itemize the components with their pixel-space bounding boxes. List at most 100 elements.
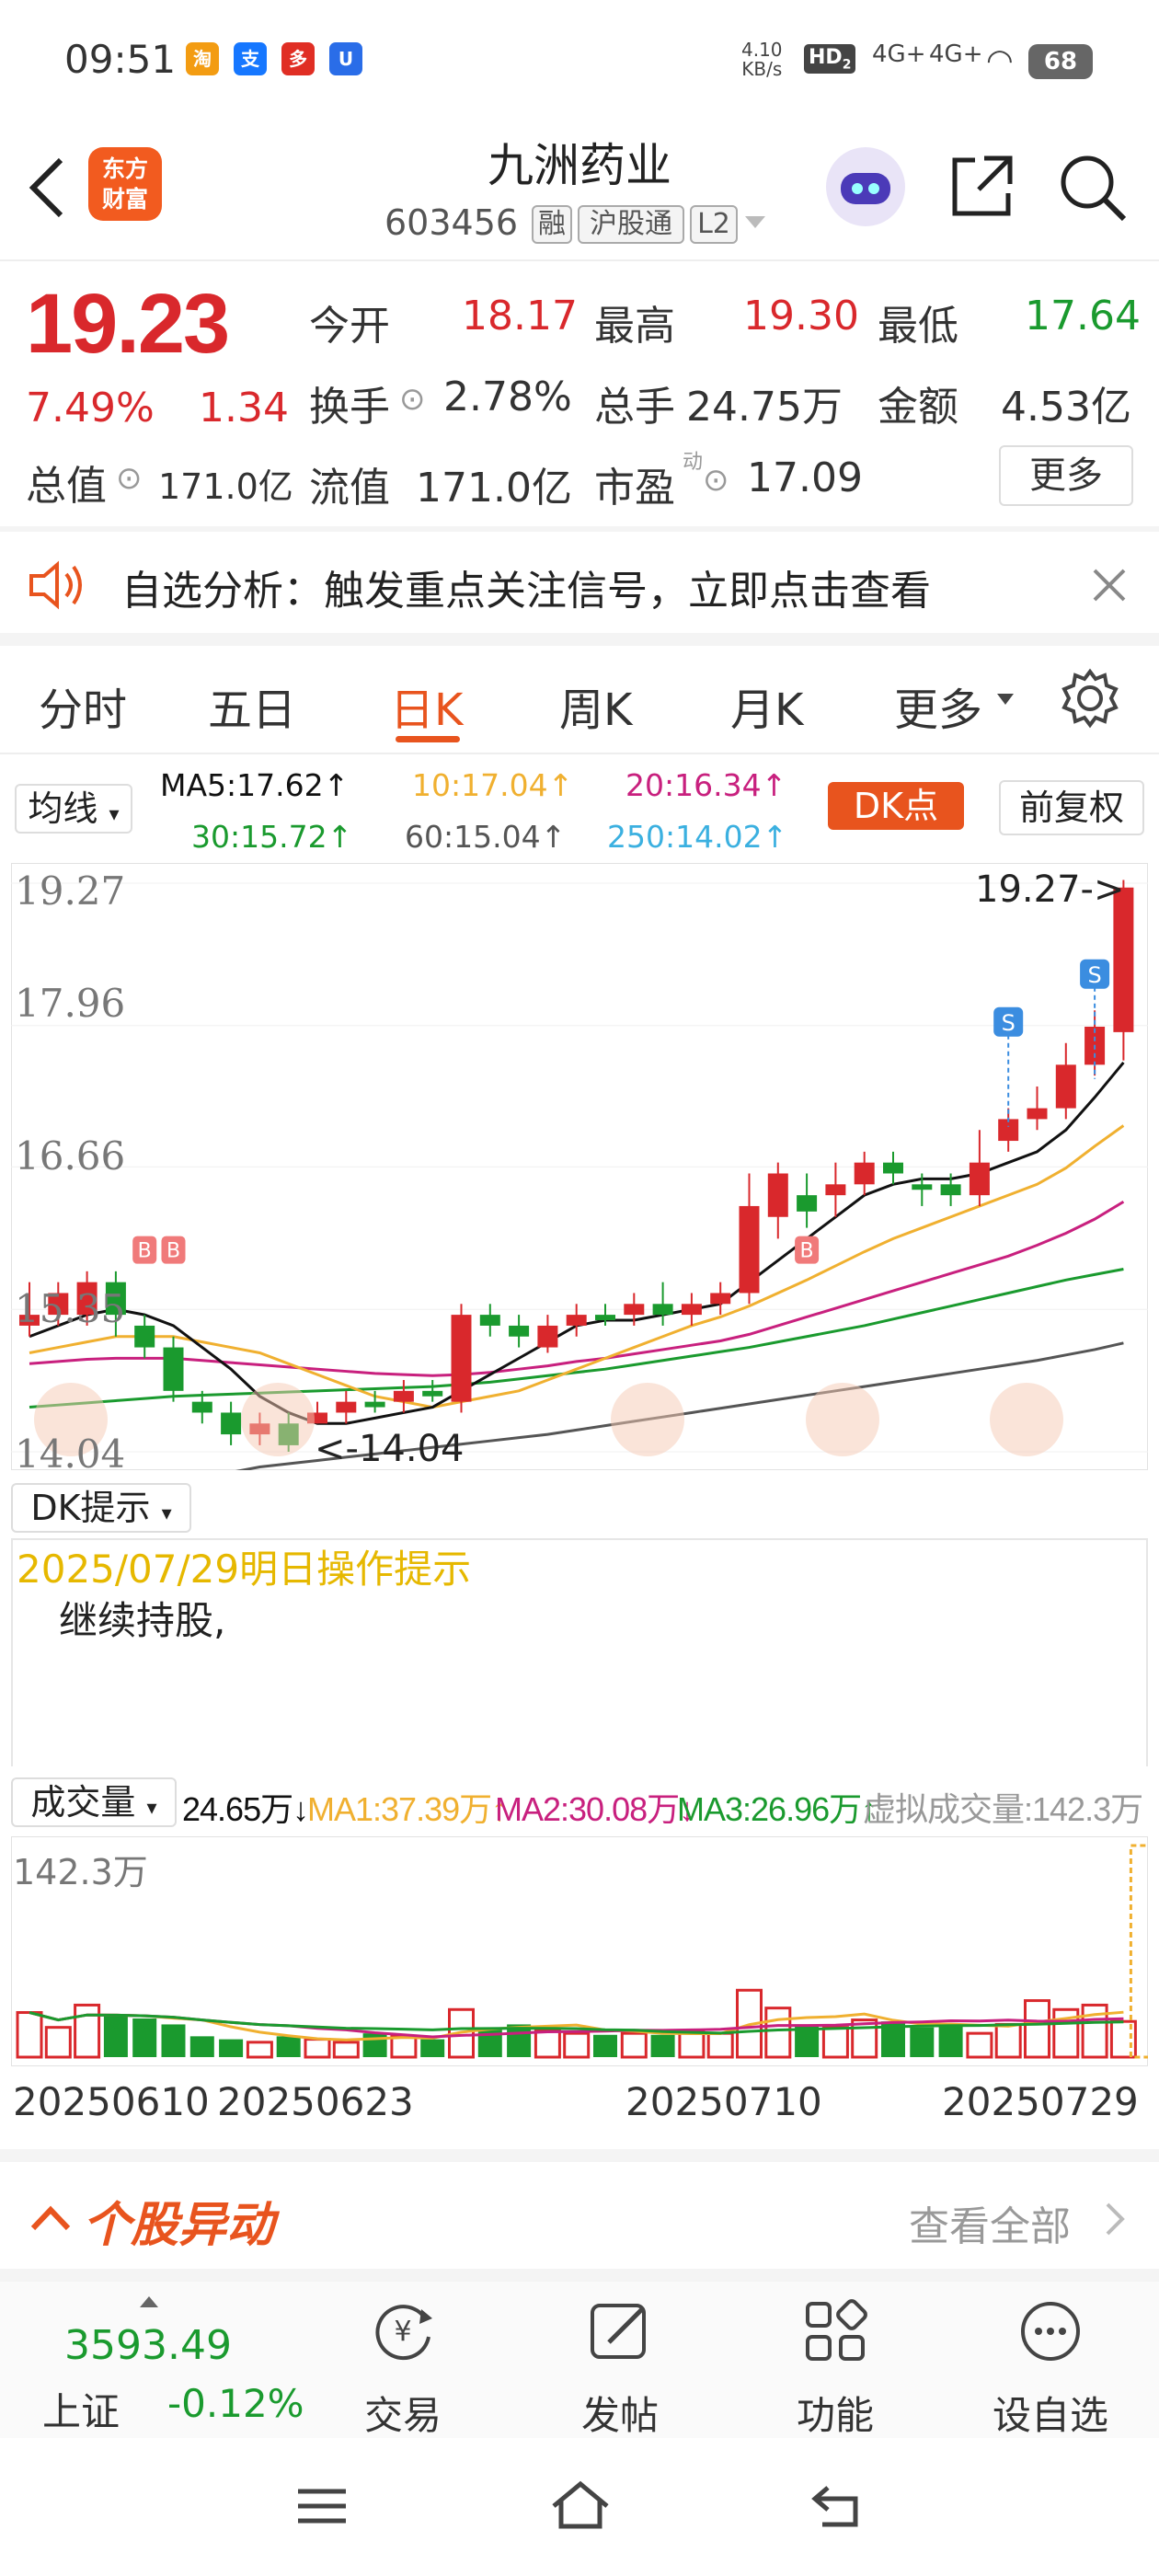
volume-bar <box>910 2027 935 2057</box>
tab-monthly-k[interactable]: 月K <box>730 673 803 738</box>
add-watchlist-icon[interactable] <box>1016 2296 1085 2366</box>
buy-marker-text-2: B <box>800 1240 814 1263</box>
volume-bar <box>994 2022 1022 2059</box>
volume-label: 总手 <box>594 384 675 431</box>
volume-selector[interactable]: 成交量 ▾ <box>11 1777 177 1827</box>
nav-add-watchlist[interactable]: 设自选 <box>977 2385 1124 2441</box>
index-name[interactable]: 上证 <box>42 2381 120 2437</box>
candle-body <box>566 1315 587 1326</box>
indicator-selector[interactable]: 均线 ▾ <box>15 784 132 834</box>
dk-tip-selector[interactable]: DK提示 ▾ <box>11 1483 191 1533</box>
margin-tag: 融 <box>532 205 572 244</box>
nav-trade[interactable]: 交易 <box>329 2385 476 2441</box>
volume-max-label: 142.3万 <box>13 1852 148 1892</box>
dk-tip-body: 继续持股, <box>59 1598 226 1643</box>
volume-bar <box>390 2034 418 2059</box>
last-price: 19.23 <box>26 277 230 371</box>
chevron-right-icon[interactable] <box>1104 2201 1126 2237</box>
open-label: 今开 <box>309 303 390 350</box>
info-icon[interactable]: ⊙ <box>116 460 143 497</box>
volume-bar <box>764 2007 792 2059</box>
float-value: 171.0亿 <box>416 465 572 512</box>
volume-bar <box>593 2034 617 2057</box>
tab-five-day[interactable]: 五日 <box>208 673 296 738</box>
trade-icon[interactable]: ¥ <box>368 2296 438 2366</box>
wifi-icon: ◠ <box>986 42 1014 79</box>
index-change[interactable]: -0.12% <box>167 2381 304 2426</box>
tab-weekly-k[interactable]: 周K <box>559 673 632 738</box>
nav-features[interactable]: 功能 <box>762 2385 909 2441</box>
info-icon-3[interactable]: ⊙ <box>703 462 729 499</box>
menu-icon[interactable] <box>296 2486 348 2526</box>
tab-daily-k[interactable]: 日K <box>390 673 463 738</box>
post-icon[interactable] <box>585 2296 655 2366</box>
hd-icon: HD2 <box>804 44 856 75</box>
section-title: 个股异动 <box>83 2198 275 2253</box>
search-button[interactable] <box>1056 151 1130 224</box>
tab-timeshare[interactable]: 分时 <box>39 673 127 738</box>
close-icon <box>1093 569 1126 602</box>
search-icon <box>1061 155 1127 222</box>
float-label: 流值 <box>309 465 390 512</box>
adjust-button[interactable]: 前复权 <box>999 780 1144 835</box>
tab-more[interactable]: 更多 <box>894 673 982 738</box>
see-all-link[interactable]: 查看全部 <box>909 2193 1071 2252</box>
pe-value: 17.09 <box>747 454 863 501</box>
volume-chart[interactable] <box>11 1836 1148 2066</box>
volume-ma3: MA3:26.96万↑ <box>677 1790 878 1828</box>
u-app-icon: U <box>329 42 362 75</box>
candle-body <box>479 1315 500 1326</box>
ma250-value: 250:14.02↑ <box>607 819 788 855</box>
max-price-label: 19.27-> <box>975 868 1125 911</box>
volume-current: 24.65万↓ <box>182 1790 309 1828</box>
candle-body <box>1027 1108 1048 1120</box>
volume-bar <box>132 2018 157 2057</box>
index-arrow-icon <box>140 2296 158 2307</box>
features-icon[interactable] <box>800 2296 870 2366</box>
home-icon[interactable] <box>548 2478 613 2532</box>
candle-body <box>854 1162 875 1185</box>
volume-bar <box>650 2034 675 2057</box>
close-banner-button[interactable] <box>1089 565 1130 605</box>
share-button[interactable] <box>947 151 1017 221</box>
banner-text[interactable]: 自选分析：触发重点关注信号，立即点击查看 <box>121 558 931 616</box>
candle-body <box>1055 1064 1076 1109</box>
volume-bar <box>74 2003 101 2059</box>
status-bar: 09:51 淘 支 多 U 4.10 KB/s HD2 4G+ 4G+ ◠ 68 <box>0 0 1159 120</box>
low-value: 17.64 <box>1025 293 1141 339</box>
volume-ma2: MA2:30.08万↓ <box>495 1790 695 1828</box>
scroll-left-control <box>611 1383 684 1456</box>
scroll-right-control <box>806 1383 879 1456</box>
candle-body <box>451 1315 472 1402</box>
dropdown-caret-icon[interactable] <box>743 213 767 232</box>
collapse-chevron-icon[interactable] <box>29 2201 72 2234</box>
candle-body <box>652 1304 673 1316</box>
candlestick-chart[interactable]: B B BSS <box>11 863 1148 1470</box>
candle-body <box>191 1401 212 1413</box>
ai-assistant-icon[interactable] <box>826 147 905 226</box>
volume-bar <box>420 2039 445 2057</box>
index-value[interactable]: 3593.49 <box>64 2322 232 2369</box>
x-date-1: 20250610 <box>13 2079 210 2124</box>
info-icon-2[interactable]: ⊙ <box>399 381 426 418</box>
nav-post[interactable]: 发帖 <box>546 2385 694 2441</box>
candle-body <box>221 1412 242 1435</box>
dk-point-button[interactable]: DK点 <box>828 782 964 830</box>
candle-body <box>537 1325 558 1348</box>
status-time: 09:51 <box>64 37 177 82</box>
ma5-value: MA5:17.62↑ <box>160 767 350 803</box>
turnover-value: 2.78% <box>443 374 572 420</box>
change-percent: 7.49% <box>26 385 155 431</box>
more-quote-button[interactable]: 更多 <box>999 445 1133 506</box>
volume-bar <box>103 2015 128 2057</box>
battery-icon: 68 <box>1028 44 1093 79</box>
candle-body <box>969 1162 990 1196</box>
volume-bar <box>821 2026 849 2059</box>
candle-body <box>364 1401 385 1408</box>
mktcap-label: 总值 <box>26 463 107 510</box>
x-date-4: 20250729 <box>942 2079 1139 2124</box>
chart-settings-button[interactable] <box>1060 668 1120 729</box>
back-nav-icon[interactable] <box>809 2480 865 2530</box>
volume-bar <box>534 2029 561 2059</box>
volume-bar <box>620 2031 648 2059</box>
